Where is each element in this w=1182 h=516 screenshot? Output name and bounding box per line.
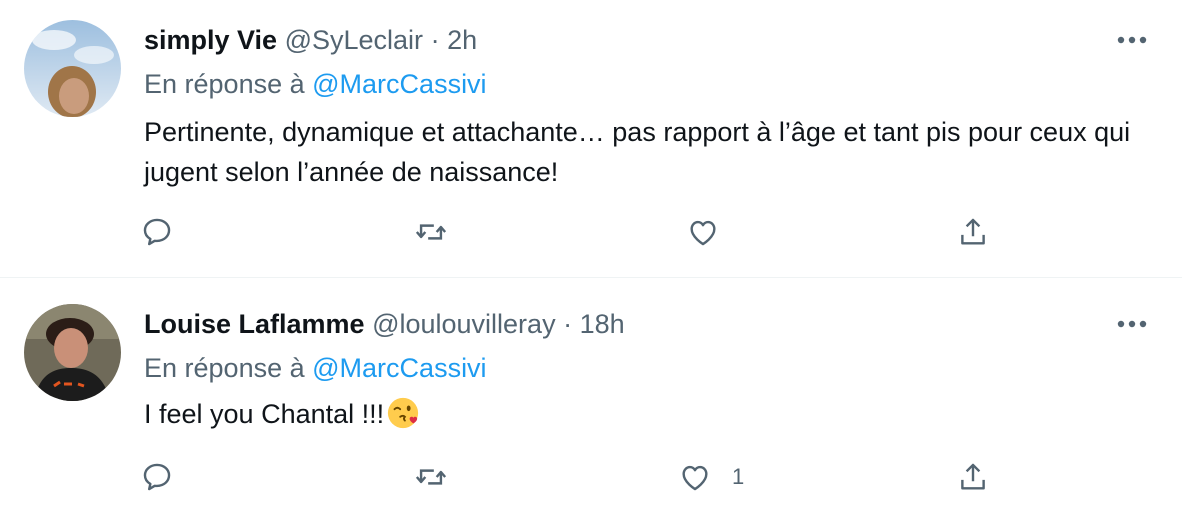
more-options-button[interactable] — [1112, 312, 1152, 336]
avatar-image — [24, 304, 121, 401]
tweet-header: Louise Laflamme @loulouvilleray · 18h — [144, 306, 625, 342]
share-button[interactable] — [956, 455, 990, 499]
reply-prefix: En réponse à — [144, 353, 305, 383]
tweet-card[interactable]: Louise Laflamme @loulouvilleray · 18h En… — [0, 277, 1182, 516]
like-count: 1 — [732, 464, 745, 489]
avatar[interactable] — [24, 20, 121, 117]
tweet-text: Pertinente, dynamique et attachante… pas… — [144, 117, 1131, 187]
avatar[interactable] — [24, 304, 121, 401]
separator-dot: · — [430, 25, 440, 55]
tweet-header: simply Vie @SyLeclair · 2h — [144, 22, 477, 58]
author-handle[interactable]: @loulouvilleray — [372, 309, 556, 339]
reply-button[interactable] — [140, 455, 174, 499]
reply-icon — [143, 463, 171, 491]
face-blowing-kiss-emoji-icon — [388, 397, 419, 429]
reply-icon — [143, 218, 171, 246]
like-button[interactable] — [686, 210, 740, 254]
reply-button[interactable] — [140, 210, 174, 254]
tweet-card[interactable]: simply Vie @SyLeclair · 2h En réponse à … — [0, 0, 1182, 277]
tweet-actions: 1 — [140, 455, 1020, 499]
like-icon — [690, 220, 716, 246]
retweet-icon — [415, 469, 447, 485]
like-icon — [682, 465, 708, 491]
tweet-text-content: I feel you Chantal !!! — [144, 399, 385, 429]
reply-prefix: En réponse à — [144, 69, 305, 99]
tweet-actions — [140, 210, 1020, 254]
avatar-image — [24, 20, 121, 117]
share-icon — [961, 463, 985, 490]
retweet-button[interactable] — [414, 455, 448, 499]
tweet-text: I feel you Chantal !!! — [144, 394, 1144, 434]
like-button[interactable]: 1 — [678, 455, 744, 499]
author-name[interactable]: Louise Laflamme — [144, 309, 365, 339]
share-icon — [961, 218, 985, 245]
reply-mention-link[interactable]: @MarcCassivi — [312, 69, 486, 99]
retweet-icon — [415, 224, 447, 240]
author-handle[interactable]: @SyLeclair — [285, 25, 423, 55]
author-name[interactable]: simply Vie — [144, 25, 277, 55]
reply-context: En réponse à @MarcCassivi — [144, 350, 487, 386]
more-options-button[interactable] — [1112, 28, 1152, 52]
more-icon — [1117, 320, 1147, 328]
share-button[interactable] — [956, 210, 990, 254]
retweet-button[interactable] — [414, 210, 448, 254]
timestamp[interactable]: 2h — [447, 25, 477, 55]
reply-context: En réponse à @MarcCassivi — [144, 66, 487, 102]
more-icon — [1117, 36, 1147, 44]
timestamp[interactable]: 18h — [580, 309, 625, 339]
separator-dot: · — [563, 309, 573, 339]
reply-mention-link[interactable]: @MarcCassivi — [312, 353, 486, 383]
